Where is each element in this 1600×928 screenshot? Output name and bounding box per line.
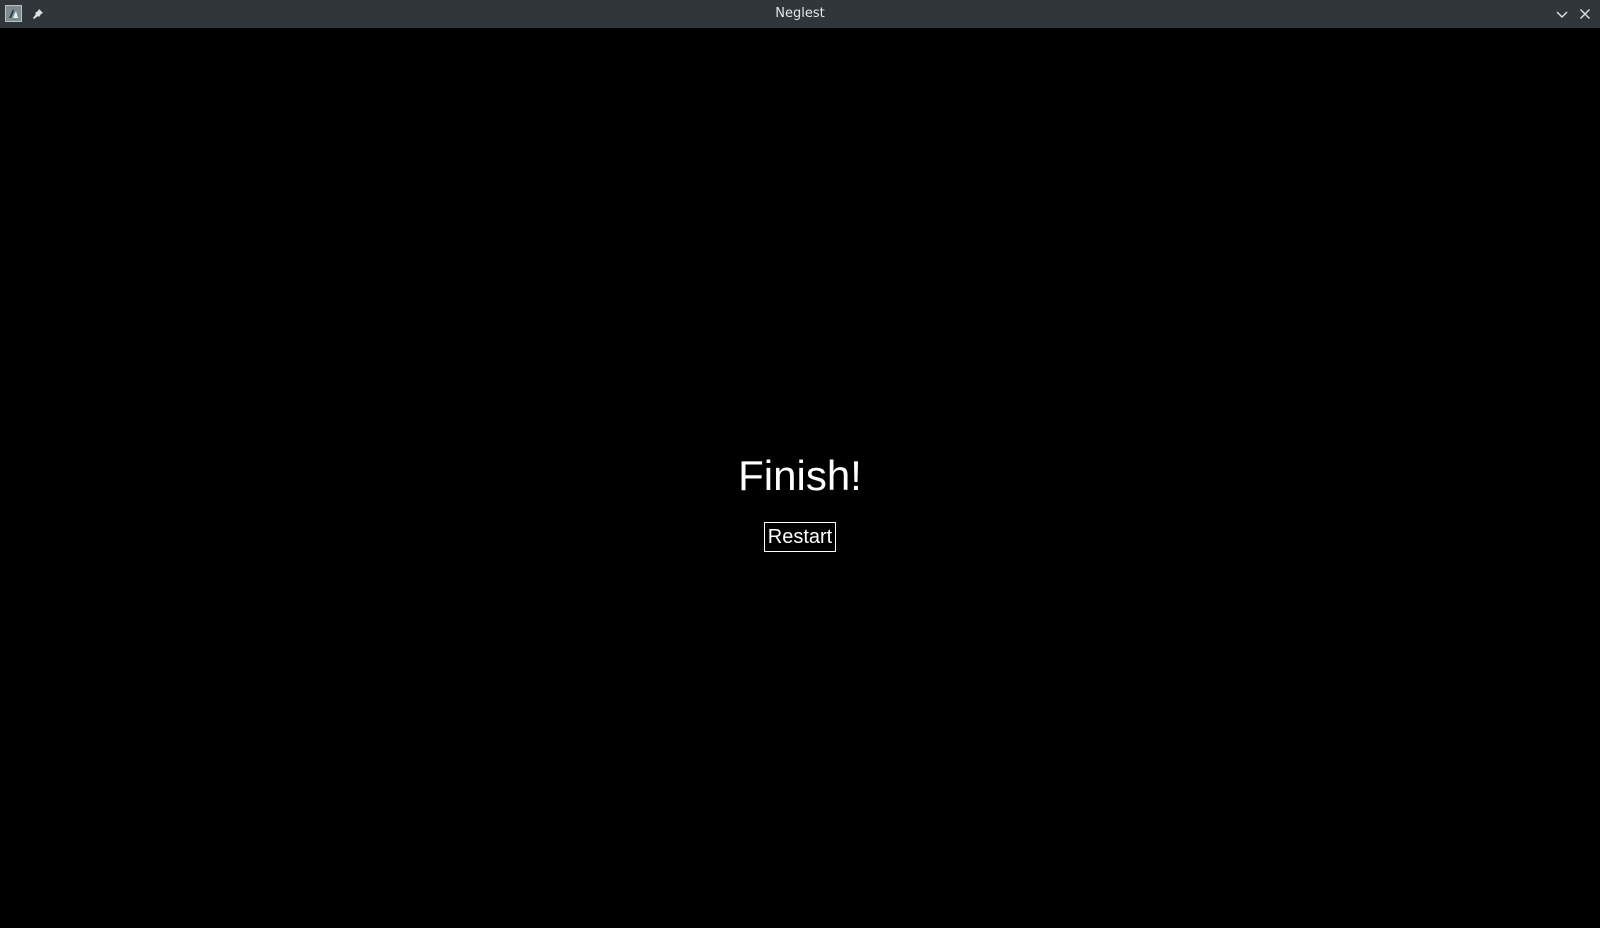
game-canvas[interactable]: Finish! Restart	[0, 28, 1600, 928]
window-title: Neglest	[775, 6, 825, 21]
chevron-down-icon	[1556, 11, 1568, 18]
minimize-button[interactable]	[1553, 5, 1571, 23]
pin-icon[interactable]	[30, 6, 46, 22]
close-button[interactable]	[1576, 5, 1594, 23]
app-icon[interactable]	[5, 5, 22, 22]
window-titlebar[interactable]: Neglest	[0, 0, 1600, 28]
finish-message: Finish!	[738, 452, 862, 499]
restart-button[interactable]: Restart	[764, 522, 836, 552]
close-icon	[1580, 9, 1590, 19]
